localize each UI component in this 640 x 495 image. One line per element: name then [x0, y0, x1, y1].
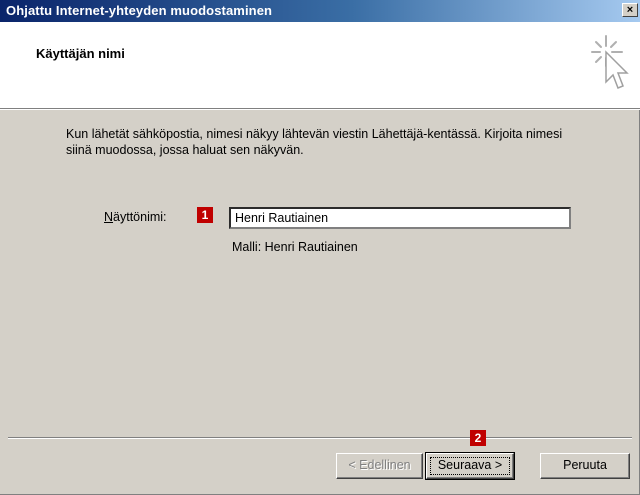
- focus-rect: [430, 457, 510, 475]
- footer-divider-highlight: [8, 438, 632, 439]
- display-name-label-rest: äyttönimi:: [113, 210, 167, 224]
- step-badge-1: 1: [197, 207, 213, 223]
- close-button[interactable]: ×: [622, 3, 638, 17]
- page-title: Käyttäjän nimi: [36, 46, 125, 61]
- header-divider: [0, 109, 640, 110]
- next-button[interactable]: Seuraava >: [425, 452, 515, 480]
- step-badge-2: 2: [470, 430, 486, 446]
- wizard-cursor-icon: [591, 35, 629, 89]
- back-button[interactable]: < Edellinen: [336, 453, 423, 479]
- display-name-input[interactable]: [229, 207, 571, 229]
- example-hint: Malli: Henri Rautiainen: [232, 240, 358, 254]
- description-text: Kun lähetät sähköpostia, nimesi näkyy lä…: [66, 127, 563, 157]
- title-bar[interactable]: Ohjattu Internet-yhteyden muodostaminen …: [0, 0, 640, 22]
- wizard-window: Ohjattu Internet-yhteyden muodostaminen …: [0, 0, 640, 495]
- cancel-button[interactable]: Peruuta: [540, 453, 630, 479]
- window-title: Ohjattu Internet-yhteyden muodostaminen: [6, 3, 273, 18]
- display-name-label: Näyttönimi:: [104, 210, 167, 224]
- cancel-button-label: Peruuta: [563, 458, 607, 472]
- back-button-label: < Edellinen: [348, 458, 411, 472]
- wizard-header: Käyttäjän nimi: [0, 22, 640, 109]
- close-icon: ×: [626, 4, 634, 16]
